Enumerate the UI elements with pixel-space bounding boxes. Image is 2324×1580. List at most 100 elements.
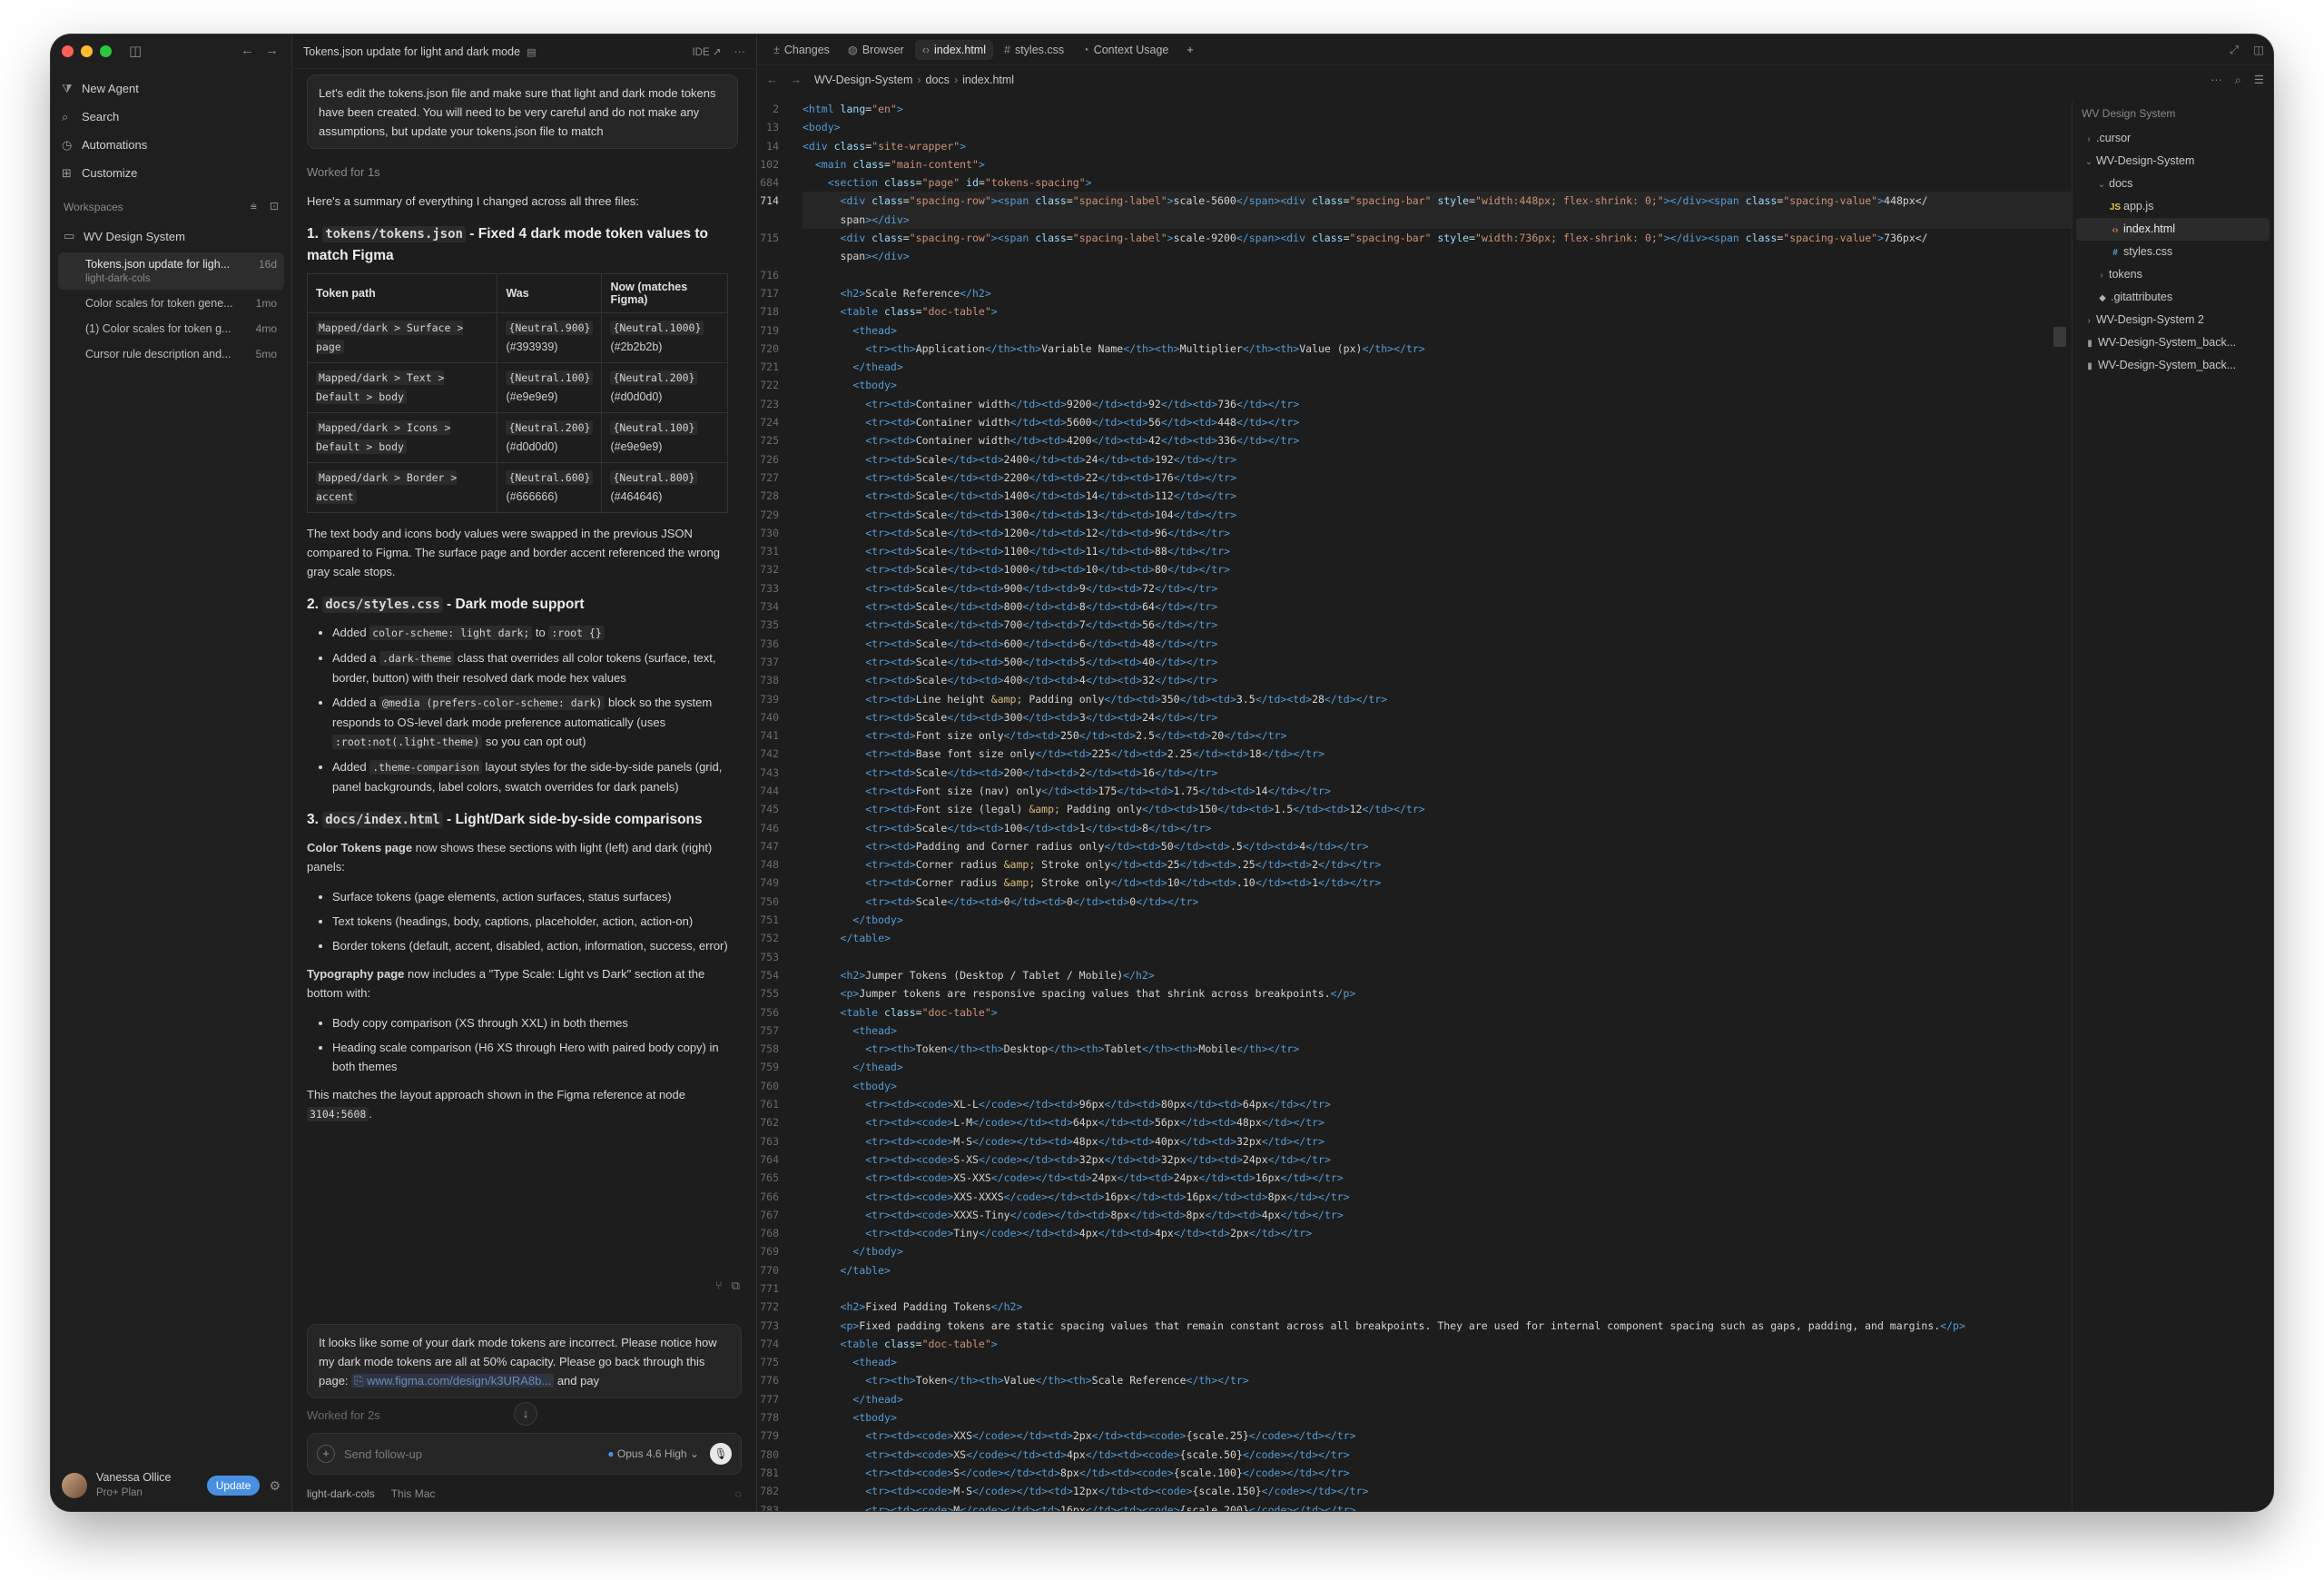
minimize-window-button[interactable] [81, 45, 93, 57]
tab-label: Changes [783, 43, 830, 56]
table-row: Mapped/dark > Icons > Default > body {Neu… [307, 412, 728, 463]
sidebar-item-new-agent[interactable]: ⧩ New Agent [62, 74, 281, 103]
explorer-item[interactable]: ▮ WV-Design-System_back... [2076, 354, 2270, 377]
update-button[interactable]: Update [206, 1476, 261, 1496]
outline-icon[interactable]: ☰ [2254, 74, 2264, 86]
explorer-item[interactable]: ⌄ docs [2076, 173, 2270, 195]
explorer-item[interactable]: › .cursor [2076, 127, 2270, 150]
tab-index-html[interactable]: ‹› index.html [914, 39, 993, 60]
loading-spinner-icon: ◌ [734, 1487, 742, 1500]
breadcrumb-item[interactable]: index.html [962, 74, 1014, 86]
workspaces-label: Workspaces [64, 200, 123, 213]
breadcrumb-item[interactable]: docs [926, 74, 950, 86]
code-line: 752 </table> [757, 929, 2072, 947]
forward-arrow-icon[interactable]: → [265, 43, 279, 58]
fork-icon[interactable]: ⑂ [715, 1279, 723, 1292]
search-icon[interactable]: ⌕ [2235, 74, 2241, 86]
filter-icon[interactable]: ⩧ [251, 200, 257, 212]
line-number: 764 [760, 1152, 779, 1166]
new-tab-button[interactable]: + [1179, 40, 1200, 60]
explorer-item[interactable]: › WV-Design-System 2 [2076, 309, 2270, 331]
nav-forward-icon[interactable]: → [791, 74, 803, 86]
user-message-followup[interactable]: It looks like some of your dark mode tok… [307, 1324, 742, 1398]
thread-item[interactable]: (1) Color scales for token g... 4mo [58, 317, 284, 341]
tab-styles-css[interactable]: # styles.css [997, 40, 1071, 60]
split-view-icon[interactable]: ◫ [2253, 44, 2264, 56]
line-number: 757 [760, 1023, 779, 1037]
sidebar-toggle-icon[interactable]: ◫ [129, 43, 142, 59]
line-code: <main class="main-content"> [814, 157, 985, 171]
thread-title: Tokens.json update for ligh... [85, 258, 231, 271]
line-number: 730 [760, 526, 779, 539]
thread-item[interactable]: Color scales for token gene... 1mo [58, 291, 284, 315]
hash-icon: # [1004, 43, 1010, 56]
code-line: 718 <table class="doc-table"> [757, 302, 2072, 321]
thread-item[interactable]: Cursor rule description and... 5mo [58, 342, 284, 366]
line-code: <tr><th>Application</th><th>Variable Nam… [865, 341, 1425, 355]
line-code: <tr><td><code>L-M</code></td><td>64px</t… [865, 1116, 1324, 1130]
model-selector[interactable]: ● Opus 4.6 High ⌄ [607, 1447, 699, 1460]
close-window-button[interactable] [62, 45, 74, 57]
code-line: 770 </table> [757, 1261, 2072, 1279]
explorer-item[interactable]: JS app.js [2076, 195, 2270, 218]
sidebar-item-search[interactable]: ⌕ Search [62, 103, 281, 131]
figma-link[interactable]: ⎘ www.figma.com/design/k3URA8b... [351, 1374, 555, 1387]
tab-context-usage[interactable]: ◔ Context Usage [1075, 40, 1176, 60]
location-label[interactable]: This Mac [391, 1487, 436, 1500]
scrollbar-thumb[interactable] [2053, 327, 2066, 347]
line-code: </tbody> [852, 913, 903, 927]
breadcrumb-item[interactable]: WV-Design-System [814, 74, 912, 86]
tab-changes[interactable]: ± Changes [766, 40, 837, 60]
thread-branch: light-dark-cols [85, 273, 151, 284]
color-sections-list: Surface tokens (page elements, action su… [307, 887, 742, 955]
line-code: <tr><td><code>S-XS</code></td><td>32px</… [865, 1152, 1331, 1166]
maximize-window-button[interactable] [100, 45, 112, 57]
new-folder-icon[interactable]: ⊡ [270, 200, 279, 212]
gear-icon[interactable]: ⚙ [269, 1478, 281, 1494]
follow-up-input[interactable]: Send follow-up [344, 1447, 607, 1461]
workspace-item[interactable]: ▭ WV Design System [64, 225, 279, 247]
explorer-item[interactable]: › tokens [2076, 263, 2270, 286]
code-line: 745 <tr><td>Font size (legal) &amp; Padd… [757, 800, 2072, 818]
expand-icon[interactable]: ⤢ [2230, 44, 2239, 56]
explorer-item[interactable]: ⌄ WV-Design-System [2076, 150, 2270, 173]
explorer-item[interactable]: ▮ WV-Design-System_back... [2076, 331, 2270, 354]
explorer-item[interactable]: # styles.css [2076, 241, 2270, 263]
line-number: 717 [760, 286, 779, 300]
archive-icon[interactable]: ▤ [524, 47, 536, 58]
code-line: 772 <h2>Fixed Padding Tokens</h2> [757, 1298, 2072, 1316]
open-in-ide-button[interactable]: IDE ↗ [692, 45, 721, 58]
line-code: <tr><td>Base font size only</td><td>225<… [865, 747, 1324, 761]
code-line: 756 <table class="doc-table"> [757, 1003, 2072, 1022]
code-icon: ‹› [921, 43, 931, 56]
nav-back-icon[interactable]: ← [766, 74, 778, 86]
code-editor[interactable]: 2 <html lang="en"> 13 <body> 14 <div class="s… [757, 100, 2072, 1511]
add-context-button[interactable]: + [317, 1445, 335, 1463]
microphone-icon[interactable]: 🎙 [710, 1443, 732, 1465]
more-icon[interactable]: ··· [734, 45, 746, 58]
explorer-item[interactable]: ‹› index.html [2076, 218, 2270, 241]
line-number: 726 [760, 452, 779, 466]
explorer-item[interactable]: ◆ .gitattributes [2076, 286, 2270, 309]
branch-label[interactable]: light-dark-cols [307, 1487, 375, 1500]
copy-icon[interactable]: ⧉ [732, 1279, 740, 1292]
line-number: 775 [760, 1356, 779, 1369]
worked-status[interactable]: Worked for 1s [307, 165, 742, 179]
sidebar-item-label: Customize [82, 166, 138, 180]
avatar[interactable] [62, 1473, 87, 1498]
token-path-cell: Mapped/dark > Text > Default > body [307, 362, 498, 413]
back-arrow-icon[interactable]: ← [241, 43, 254, 58]
sidebar-item-automations[interactable]: ◷ Automations [62, 131, 281, 159]
changes-icon: ± [773, 43, 780, 56]
code-line: 723 <tr><td>Container width</td><td>9200… [757, 395, 2072, 413]
worked-status-2[interactable]: Worked for 2s [307, 1408, 380, 1422]
scroll-down-button[interactable]: ↓ [514, 1402, 537, 1426]
sidebar-item-customize[interactable]: ⊞ Customize [62, 159, 281, 187]
code-line: 722 <tbody> [757, 376, 2072, 394]
tab-browser[interactable]: ◍ Browser [841, 39, 911, 60]
sidebar-item-label: Automations [82, 138, 148, 152]
user-message[interactable]: Let's edit the tokens.json file and make… [307, 74, 738, 149]
table-header: Now (matches Figma) [601, 273, 728, 313]
more-icon[interactable]: ··· [2211, 74, 2222, 86]
thread-item[interactable]: Tokens.json update for ligh... light-dark… [58, 252, 284, 290]
